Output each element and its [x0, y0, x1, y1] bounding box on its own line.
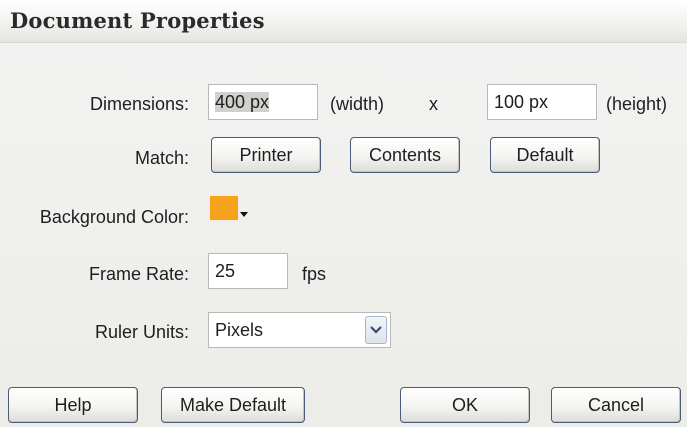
width-value: 400 px: [215, 92, 270, 112]
width-suffix: (width): [330, 94, 385, 114]
ruler-units-select[interactable]: Pixels: [208, 312, 391, 348]
height-input[interactable]: [487, 84, 597, 120]
chevron-down-icon[interactable]: [365, 316, 387, 344]
height-suffix: (height): [606, 94, 668, 114]
background-color-picker[interactable]: [208, 194, 248, 224]
frame-rate-input[interactable]: [208, 253, 288, 289]
match-printer-button[interactable]: Printer: [211, 137, 321, 173]
dimensions-label: Dimensions:: [89, 94, 189, 114]
match-default-button[interactable]: Default: [490, 137, 600, 173]
match-contents-button[interactable]: Contents: [350, 137, 460, 173]
background-color-swatch: [210, 196, 238, 220]
make-default-button[interactable]: Make Default: [161, 387, 305, 423]
dialog-title: Document Properties: [10, 8, 265, 33]
title-bar: Document Properties: [0, 0, 687, 43]
document-properties-dialog: Document Properties Dimensions: 400 px (…: [0, 0, 687, 427]
match-label: Match:: [134, 148, 189, 168]
cancel-button[interactable]: Cancel: [551, 387, 681, 423]
frame-rate-unit: fps: [302, 264, 327, 284]
color-picker-arrow-icon: [240, 212, 248, 217]
frame-rate-label: Frame Rate:: [88, 264, 189, 284]
ruler-units-label: Ruler Units:: [94, 322, 189, 342]
width-input[interactable]: 400 px: [208, 84, 318, 120]
dimension-separator: x: [429, 94, 438, 114]
ruler-units-value: Pixels: [215, 320, 264, 340]
help-button[interactable]: Help: [8, 387, 138, 423]
ok-button[interactable]: OK: [400, 387, 530, 423]
background-color-label: Background Color:: [39, 207, 189, 227]
